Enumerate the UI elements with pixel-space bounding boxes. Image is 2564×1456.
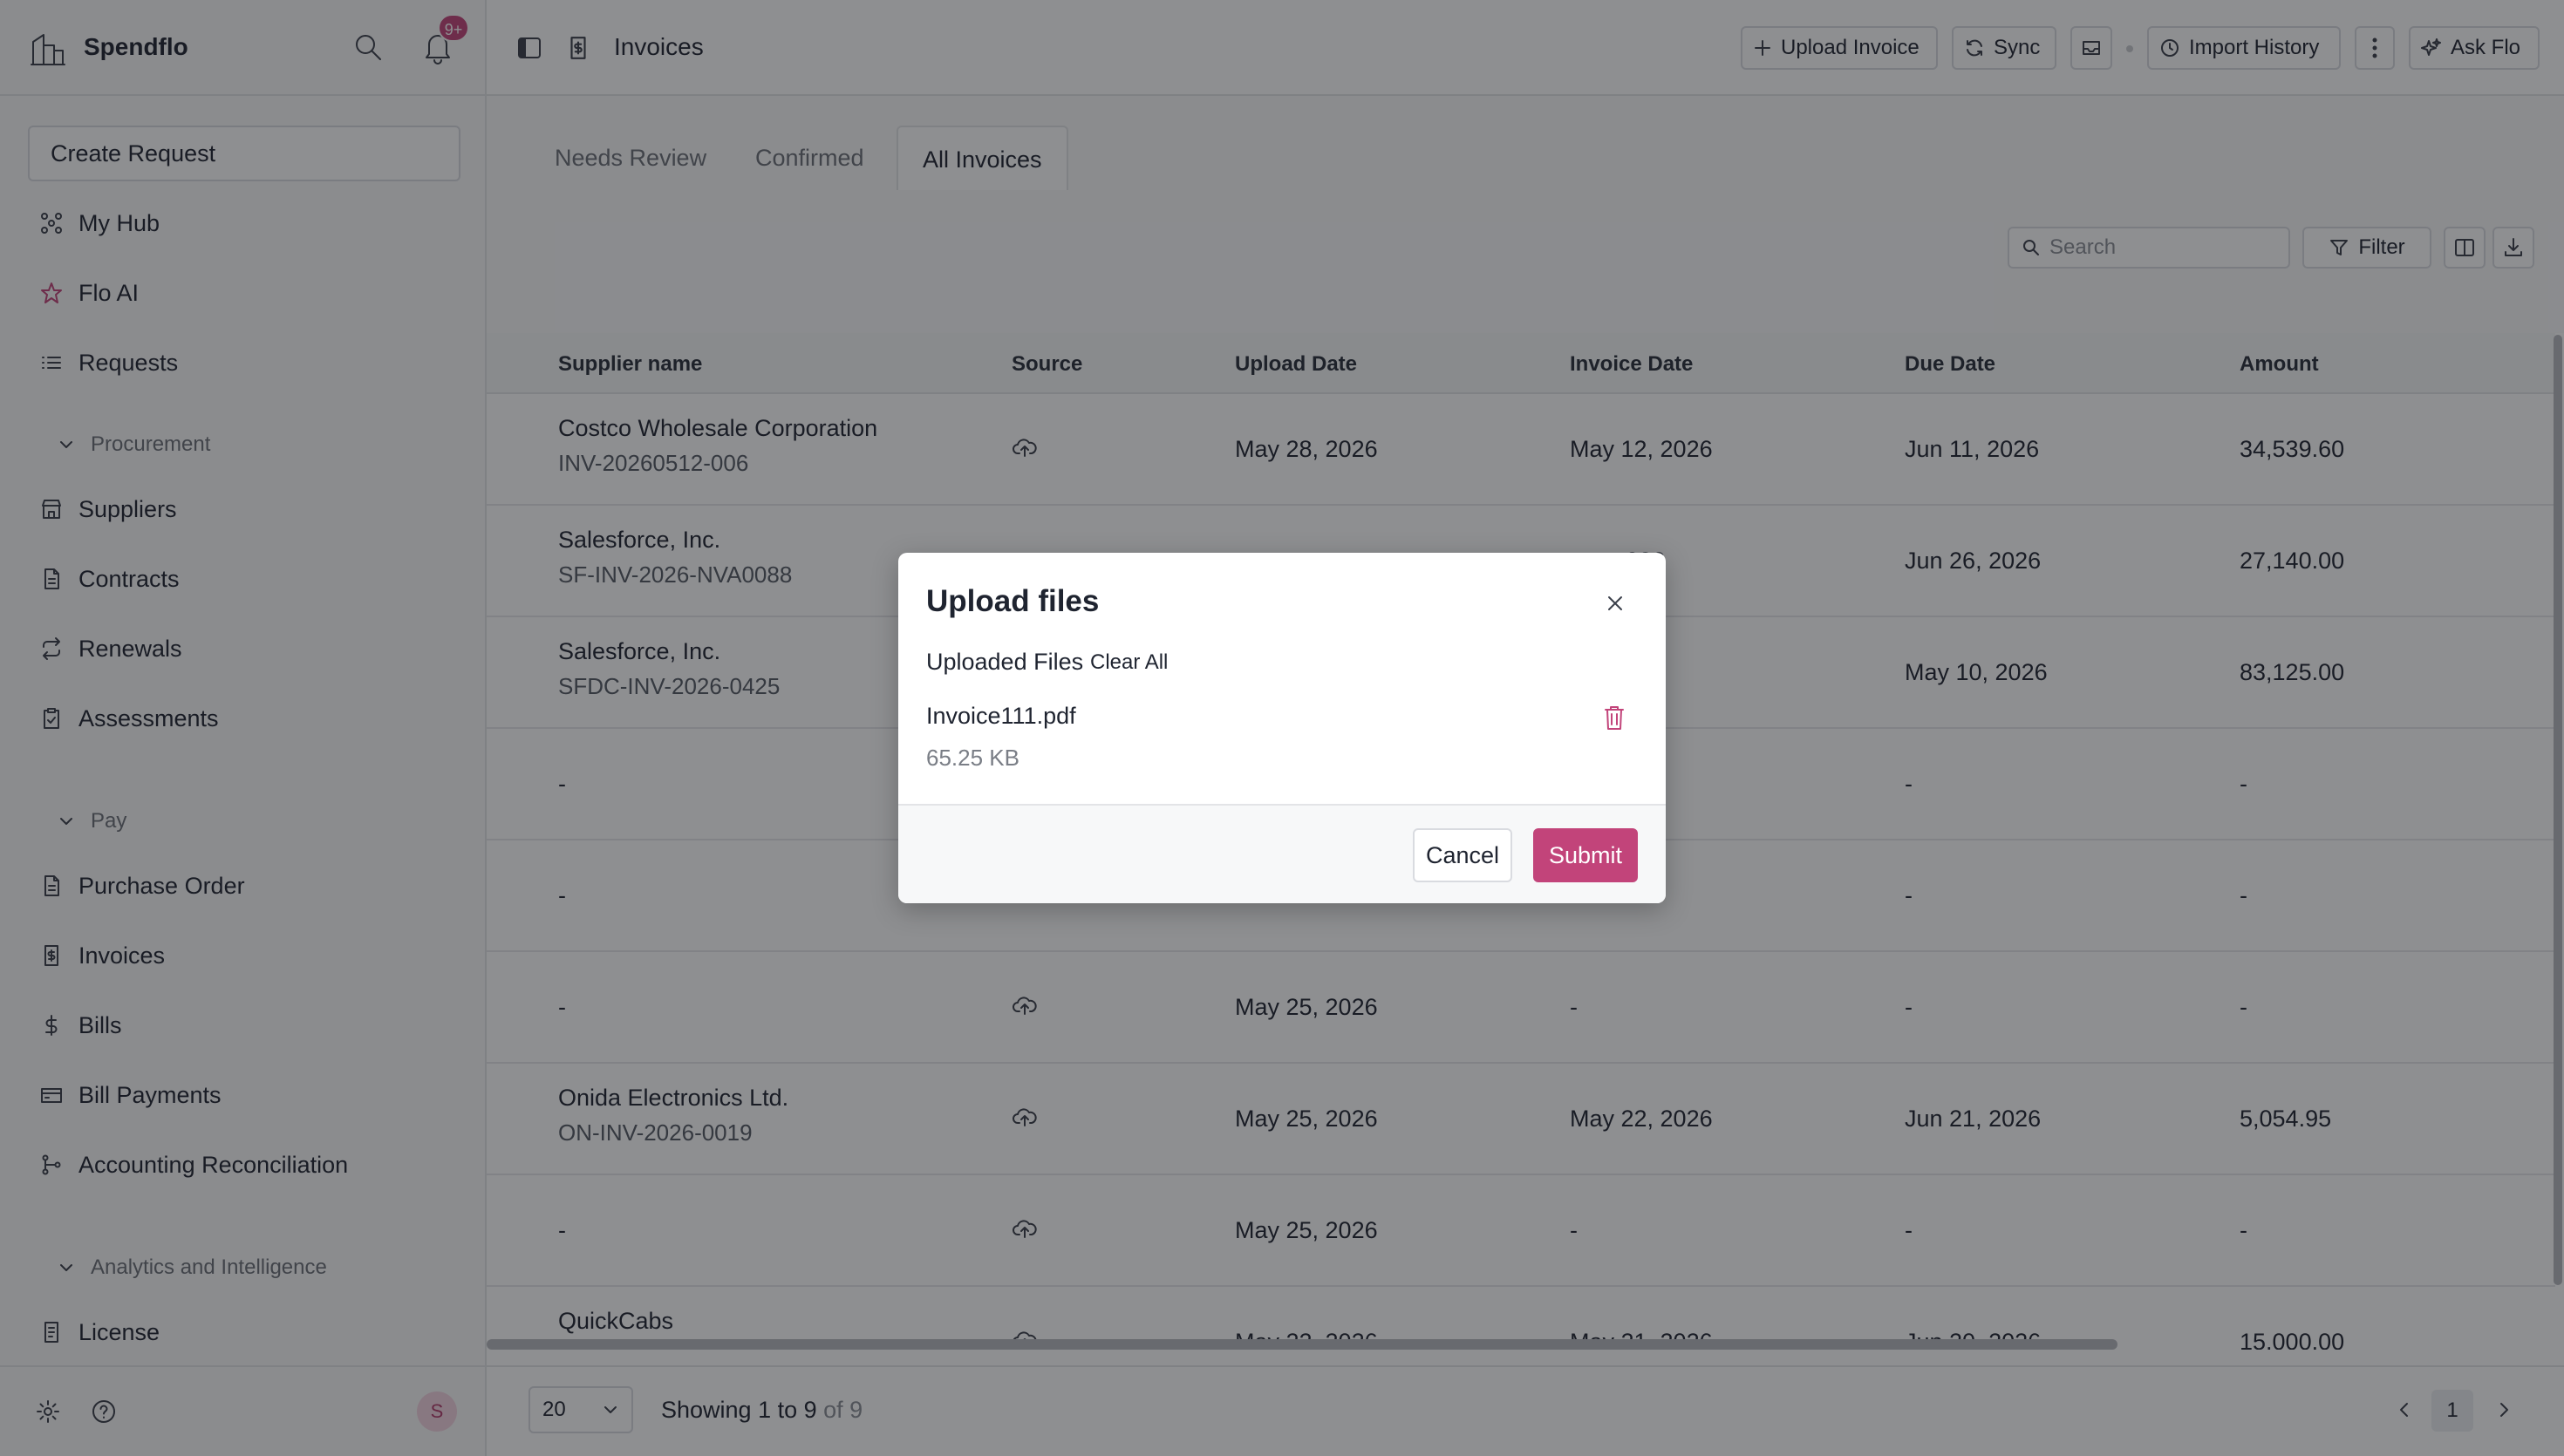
file-size: 65.25 KB [926, 745, 1019, 771]
modal-footer: Cancel Submit [898, 804, 1666, 903]
trash-icon[interactable] [1601, 703, 1627, 732]
modal-title: Upload files [926, 584, 1100, 618]
upload-files-modal: Upload files Uploaded Files Clear All In… [898, 553, 1666, 903]
close-icon[interactable] [1601, 589, 1629, 617]
clear-all-button[interactable]: Clear All [1090, 650, 1168, 675]
uploaded-files-label: Uploaded Files [926, 649, 1084, 675]
cancel-button[interactable]: Cancel [1413, 828, 1512, 882]
submit-button[interactable]: Submit [1533, 828, 1638, 882]
file-name: Invoice111.pdf [926, 703, 1076, 729]
